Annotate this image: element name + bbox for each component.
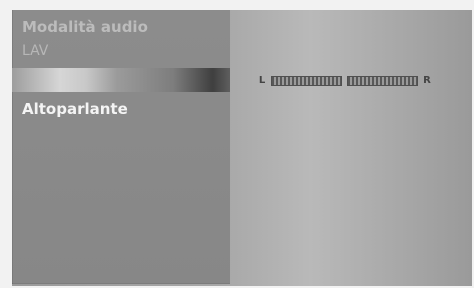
left-channel-bar [271, 75, 342, 86]
menu-option-altoparlante[interactable]: Altoparlante [22, 100, 128, 118]
audio-mode-title: Modalità audio [22, 18, 148, 36]
right-channel-bar [347, 75, 418, 86]
audio-mode-menu: Modalità audio LAV Altoparlante [12, 10, 230, 284]
audio-mode-screen: Modalità audio LAV Altoparlante L R [12, 10, 472, 286]
menu-selection-highlight [12, 68, 230, 92]
left-channel-label: L [258, 74, 266, 86]
right-channel-label: R [423, 74, 431, 86]
audio-mode-subtitle: LAV [22, 43, 49, 59]
audio-level-meter: L R [258, 74, 431, 87]
